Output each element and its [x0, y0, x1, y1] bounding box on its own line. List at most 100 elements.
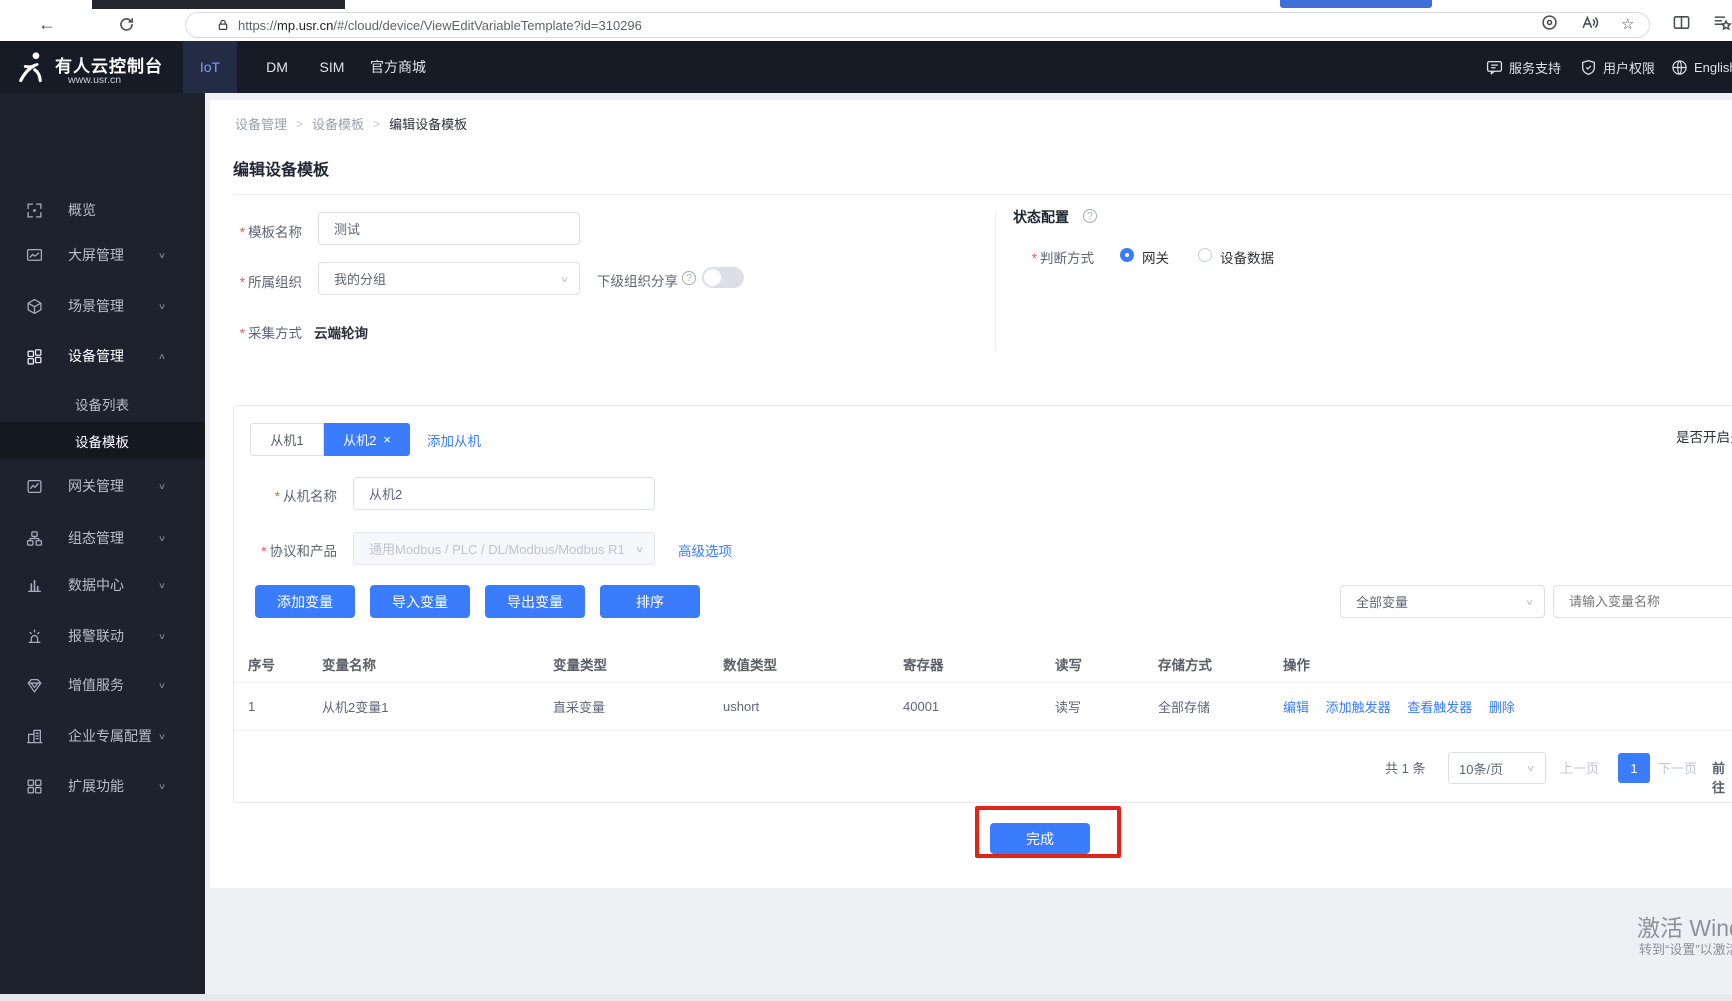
sidebar-subitem-device-list[interactable]: 设备列表: [0, 385, 205, 422]
radio-gateway[interactable]: [1120, 248, 1134, 262]
protocol-select-value: 通用Modbus / PLC / DL/Modbus/Modbus R1: [369, 542, 625, 557]
edit-link[interactable]: 编辑: [1283, 700, 1309, 715]
slave-tab-1[interactable]: 从机1: [250, 423, 324, 456]
sidebar-item-label: 扩展功能: [68, 778, 124, 794]
page-size-select[interactable]: 10条/页 ∨: [1448, 752, 1546, 784]
scene-cube-icon: [26, 298, 43, 315]
prev-page-button[interactable]: 上一页: [1560, 758, 1599, 777]
nav-tab-sim[interactable]: SIM: [300, 41, 364, 93]
page-number-button[interactable]: 1: [1618, 753, 1650, 783]
sidebar-item-enterprise-config[interactable]: 企业专属配置 ∨: [0, 714, 205, 758]
nav-user-permission[interactable]: 用户权限: [1580, 41, 1655, 93]
sidebar-item-label: 设备管理: [68, 348, 124, 364]
url-text: https://mp.usr.cn/#/cloud/device/ViewEdi…: [238, 17, 642, 33]
url-bar[interactable]: https://mp.usr.cn/#/cloud/device/ViewEdi…: [185, 12, 1650, 38]
sidebar-item-label: 大屏管理: [68, 247, 124, 263]
slave-tab-2[interactable]: 从机2 ×: [324, 423, 410, 456]
breadcrumb: 设备管理 > 设备模板 > 编辑设备模板: [235, 114, 467, 133]
nav-service-support[interactable]: 服务支持: [1486, 41, 1561, 93]
org-select-value: 我的分组: [334, 272, 387, 287]
split-screen-icon[interactable]: [1672, 13, 1691, 32]
org-select[interactable]: 我的分组 ∨: [318, 262, 580, 295]
done-button[interactable]: 完成: [990, 823, 1090, 854]
nav-language[interactable]: English: [1671, 41, 1732, 93]
advanced-options-link[interactable]: 高级选项: [678, 540, 732, 560]
sidebar-item-scene[interactable]: 场景管理 ∨: [0, 284, 205, 328]
favorites-list-icon[interactable]: [1713, 13, 1732, 32]
share-label: 下级组织分享: [597, 274, 678, 289]
overview-icon: [26, 202, 43, 219]
variable-search-input[interactable]: [1569, 594, 1727, 609]
hierarchy-icon: [26, 530, 43, 547]
sidebar-subitem-device-template[interactable]: 设备模板: [0, 422, 205, 459]
slave-name-input[interactable]: [369, 486, 639, 501]
sidebar-item-device[interactable]: 设备管理 ∧: [0, 334, 205, 378]
sidebar-item-data-center[interactable]: 数据中心 ∨: [0, 563, 205, 607]
sidebar-item-configuration[interactable]: 组态管理 ∨: [0, 516, 205, 560]
favorite-star-icon[interactable]: ☆: [1621, 14, 1634, 36]
close-icon[interactable]: ×: [383, 432, 391, 447]
add-slave-link[interactable]: 添加从机: [427, 430, 481, 450]
help-icon[interactable]: ?: [682, 271, 696, 285]
variable-search-field[interactable]: [1553, 585, 1732, 618]
table-header-row: 序号 变量名称 变量类型 数值类型 寄存器 读写 存储方式 操作: [233, 645, 1732, 683]
chevron-down-icon: ∨: [158, 580, 167, 590]
toggle-knob: [704, 269, 721, 286]
bigscreen-icon: [26, 247, 43, 264]
share-toggle[interactable]: [702, 267, 744, 288]
add-trigger-link[interactable]: 添加触发器: [1326, 700, 1391, 715]
browser-tab-accent: [1280, 0, 1432, 8]
radio-device-data-label[interactable]: 设备数据: [1220, 247, 1274, 267]
sidebar-item-alarm[interactable]: 报警联动 ∨: [0, 614, 205, 658]
template-name-field[interactable]: [318, 212, 580, 245]
slave-name-field[interactable]: [353, 477, 655, 510]
page-title: 编辑设备模板: [233, 162, 330, 179]
cell-actions: 编辑 添加触发器 查看触发器 删除: [1268, 697, 1732, 716]
read-aloud-icon[interactable]: [1580, 13, 1599, 32]
sidebar: 概览 大屏管理 ∨ 场景管理 ∨ 设备管理 ∧ 设备列表 设备模板 网关管理 ∨: [0, 93, 205, 1001]
breadcrumb-device-template[interactable]: 设备模板: [312, 114, 364, 133]
delete-link[interactable]: 删除: [1489, 700, 1515, 715]
next-page-button[interactable]: 下一页: [1658, 758, 1697, 777]
col-header: 变量名称: [322, 657, 376, 673]
usr-logo-icon[interactable]: [14, 49, 50, 85]
building-icon: [26, 728, 43, 745]
col-header: 数值类型: [723, 657, 777, 673]
chevron-down-icon: ∨: [158, 481, 167, 491]
sidebar-subitem-label: 设备模板: [75, 434, 129, 450]
site-info-icon[interactable]: [1540, 13, 1559, 32]
template-name-input[interactable]: [334, 221, 564, 236]
top-navbar: 有人云控制台 www.usr.cn IoT DM SIM 官方商城 服务支持 用…: [0, 41, 1732, 93]
import-variable-button[interactable]: 导入变量: [370, 585, 470, 618]
sort-button[interactable]: 排序: [600, 585, 700, 618]
breadcrumb-device-mgmt[interactable]: 设备管理: [235, 114, 287, 133]
breadcrumb-separator-icon: >: [296, 116, 304, 131]
reload-icon[interactable]: [118, 16, 135, 33]
sidebar-item-label: 数据中心: [68, 577, 124, 593]
breadcrumb-separator-icon: >: [373, 116, 381, 131]
sidebar-item-gateway[interactable]: 网关管理 ∨: [0, 464, 205, 508]
sidebar-item-value-service[interactable]: 增值服务 ∨: [0, 663, 205, 707]
sidebar-item-overview[interactable]: 概览: [0, 188, 205, 232]
radio-gateway-label[interactable]: 网关: [1142, 247, 1169, 267]
slave-name-label: * 从机名称: [274, 489, 337, 504]
variable-filter-select[interactable]: 全部变量 ∨: [1340, 585, 1545, 618]
help-icon[interactable]: ?: [1083, 209, 1097, 223]
nav-language-label: English: [1694, 59, 1732, 75]
nav-tab-iot[interactable]: IoT: [183, 41, 237, 93]
add-variable-button[interactable]: 添加变量: [255, 585, 355, 618]
view-trigger-link[interactable]: 查看触发器: [1407, 700, 1472, 715]
sidebar-item-bigscreen[interactable]: 大屏管理 ∨: [0, 233, 205, 277]
back-icon[interactable]: ←: [38, 13, 56, 35]
sidebar-item-extensions[interactable]: 扩展功能 ∨: [0, 764, 205, 808]
vertical-divider: [995, 212, 996, 350]
nav-tab-dm[interactable]: DM: [247, 41, 307, 93]
lock-icon: [216, 18, 230, 32]
radio-device-data[interactable]: [1198, 248, 1212, 262]
shield-icon: [1580, 59, 1597, 76]
protocol-label: * 协议和产品: [261, 544, 337, 559]
goto-page-label: 前往: [1712, 761, 1726, 795]
nav-tab-mall[interactable]: 官方商城: [358, 41, 438, 93]
page-size-value: 10条/页: [1459, 761, 1504, 777]
export-variable-button[interactable]: 导出变量: [485, 585, 585, 618]
